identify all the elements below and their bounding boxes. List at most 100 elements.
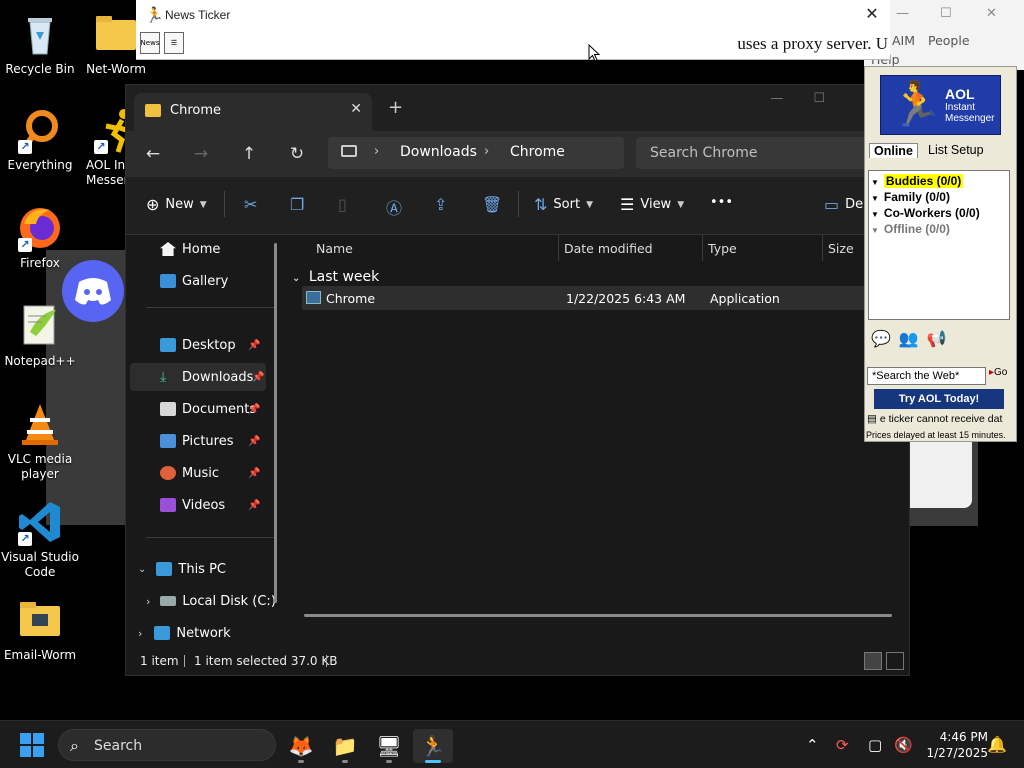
sidebar-item-documents[interactable]: Documents 📌 xyxy=(160,395,270,423)
details-pane-button[interactable]: ▭ De xyxy=(824,195,863,214)
up-arrow-icon[interactable]: ↑ xyxy=(238,143,260,165)
column-divider[interactable] xyxy=(822,235,823,261)
new-tab-button[interactable]: + xyxy=(388,97,403,118)
pin-icon[interactable]: 📌 xyxy=(252,372,264,383)
ticker-scroll-text[interactable]: uses a proxy server. U xyxy=(737,34,888,54)
refresh-icon[interactable]: ↻ xyxy=(286,143,308,165)
copy-button[interactable]: ❐ xyxy=(290,195,304,214)
sync-icon[interactable]: ⟳ xyxy=(836,736,849,754)
sidebar-item-videos[interactable]: Videos 📌 xyxy=(160,491,270,519)
sidebar-item-gallery[interactable]: Gallery xyxy=(160,267,228,295)
sort-button[interactable]: ⇅ Sort ▼ xyxy=(534,195,593,214)
window-controls[interactable]: —☐ xyxy=(770,91,855,106)
chevron-up-icon[interactable]: ⌃ xyxy=(806,736,819,754)
new-button[interactable]: ⊕ New ▼ xyxy=(146,195,207,214)
sidebar-scrollbar[interactable] xyxy=(274,243,277,603)
chevron-down-icon[interactable]: ⌄ xyxy=(138,564,146,575)
notepad-plus-plus-icon xyxy=(16,302,64,350)
start-button[interactable] xyxy=(20,733,44,757)
large-icons-view-icon[interactable] xyxy=(886,652,904,670)
aol-banner-ad[interactable]: Try AOL Today! xyxy=(874,389,1004,409)
column-header-name[interactable]: Name xyxy=(316,241,353,256)
pin-icon[interactable]: 📌 xyxy=(248,436,260,447)
network-display-icon[interactable]: ▢ xyxy=(868,736,882,754)
buddy-group-buddies[interactable]: ▼ Buddies (0/0) xyxy=(871,174,964,188)
column-header-size[interactable]: Size xyxy=(828,241,854,256)
column-header-type[interactable]: Type xyxy=(708,241,737,256)
list-settings-icon[interactable]: ☰ xyxy=(164,32,184,54)
tab-chrome[interactable]: Chrome ✕ xyxy=(134,93,372,131)
share-button[interactable]: ⇪ xyxy=(434,195,447,214)
aim-ticker-text[interactable]: ▤ e ticker cannot receive dat xyxy=(867,413,1002,425)
chat-icon[interactable]: 👥 xyxy=(899,329,919,349)
taskbar-app-aim[interactable]: 🏃 xyxy=(413,729,453,763)
tab-online[interactable]: Online xyxy=(869,143,918,158)
column-header-date-modified[interactable]: Date modified xyxy=(564,241,653,256)
sidebar-item-network[interactable]: › Network xyxy=(138,619,231,647)
notification-bell-icon[interactable]: 🔔 xyxy=(987,735,1007,754)
pin-icon[interactable]: 📌 xyxy=(248,468,260,479)
sidebar-item-local-disk[interactable]: › Local Disk (C:) xyxy=(146,587,276,615)
system-clock[interactable]: 4:46 PM 1/27/2025 xyxy=(922,729,988,761)
column-divider[interactable] xyxy=(558,235,559,261)
desktop-icon-everything[interactable]: ↗ Everything xyxy=(0,106,80,173)
group-header-last-week[interactable]: ⌄ Last week xyxy=(292,269,379,285)
search-input[interactable] xyxy=(636,137,876,169)
taskbar-search[interactable]: ⌕ Search xyxy=(58,729,276,761)
pin-icon[interactable]: 📌 xyxy=(248,500,260,511)
rename-button[interactable]: Ⓐ xyxy=(386,195,402,219)
maximize-button[interactable]: ☐ xyxy=(940,6,952,21)
desktop-icon-recycle-bin[interactable]: Recycle Bin xyxy=(0,10,80,77)
taskbar-app-file-explorer[interactable]: 📁 xyxy=(325,729,365,763)
sidebar-item-downloads[interactable]: ⤓ Downloads 📌 xyxy=(130,363,266,391)
pin-icon[interactable]: 📌 xyxy=(248,404,260,415)
paste-button[interactable]: ▯ xyxy=(338,195,347,214)
talk-icon[interactable]: 📢 xyxy=(927,329,947,349)
desktop-icon-vlc[interactable]: VLC media player xyxy=(0,400,80,482)
breadcrumb-chrome[interactable]: Chrome xyxy=(510,144,565,160)
aim-menu-aim[interactable]: AIM xyxy=(892,33,915,48)
sidebar-item-pictures[interactable]: Pictures 📌 xyxy=(160,427,270,455)
sidebar-item-home[interactable]: Home xyxy=(160,235,220,263)
sidebar-item-this-pc[interactable]: ⌄ This PC xyxy=(138,555,226,583)
back-arrow-icon[interactable]: ← xyxy=(142,143,164,165)
firefox-icon: ↗ xyxy=(16,204,64,252)
buddy-group-family[interactable]: ▼ Family (0/0) xyxy=(871,190,950,204)
volume-muted-icon[interactable]: 🔇 xyxy=(894,736,913,754)
more-options-button[interactable]: ••• xyxy=(710,195,733,210)
go-button[interactable]: ▸Go xyxy=(989,367,1007,378)
taskbar-app-news-ticker[interactable]: 🖥 xyxy=(369,729,409,763)
buddy-group-co-workers[interactable]: ▼ Co-Workers (0/0) xyxy=(871,206,980,220)
breadcrumb-downloads[interactable]: Downloads xyxy=(400,144,477,160)
sidebar-item-music[interactable]: Music 📌 xyxy=(160,459,270,487)
view-label: View xyxy=(640,197,672,212)
details-view-icon[interactable] xyxy=(864,652,882,670)
pin-icon[interactable]: 📌 xyxy=(248,340,260,351)
desktop-icon-email-worm[interactable]: Email-Worm xyxy=(0,596,80,663)
taskbar-app-firefox[interactable]: 🦊 xyxy=(281,729,321,763)
discord-icon[interactable] xyxy=(62,260,124,322)
address-bar[interactable]: › Downloads › Chrome xyxy=(328,137,624,169)
close-button[interactable]: ✕ xyxy=(862,4,882,24)
view-button[interactable]: ☰ View ▼ xyxy=(620,195,684,214)
close-button[interactable]: ✕ xyxy=(986,6,997,21)
buddy-group-offline[interactable]: ▼ Offline (0/0) xyxy=(871,222,950,236)
desktop-icon-vscode[interactable]: ↗ Visual Studio Code xyxy=(0,498,80,580)
aim-menu-people[interactable]: People xyxy=(928,33,970,48)
table-row[interactable]: Chrome 1/22/2025 6:43 AM Application xyxy=(302,286,922,310)
im-icon[interactable]: 💬 xyxy=(871,329,891,349)
forward-arrow-icon[interactable]: → xyxy=(190,143,212,165)
column-divider[interactable] xyxy=(702,235,703,261)
minimize-button[interactable]: — xyxy=(896,6,909,21)
cut-button[interactable]: ✂ xyxy=(244,195,257,214)
web-search-input[interactable] xyxy=(867,367,986,385)
close-tab-icon[interactable]: ✕ xyxy=(350,101,362,117)
news-category-button[interactable]: News xyxy=(140,32,160,54)
delete-button[interactable]: 🗑 xyxy=(482,195,502,214)
chevron-right-icon[interactable]: › xyxy=(146,595,150,608)
chevron-right-icon[interactable]: › xyxy=(138,627,142,640)
horizontal-scrollbar[interactable] xyxy=(304,614,892,617)
item-count: 1 item xyxy=(140,654,179,668)
tab-list-setup[interactable]: List Setup xyxy=(928,143,984,157)
sidebar-item-desktop[interactable]: Desktop 📌 xyxy=(160,331,270,359)
